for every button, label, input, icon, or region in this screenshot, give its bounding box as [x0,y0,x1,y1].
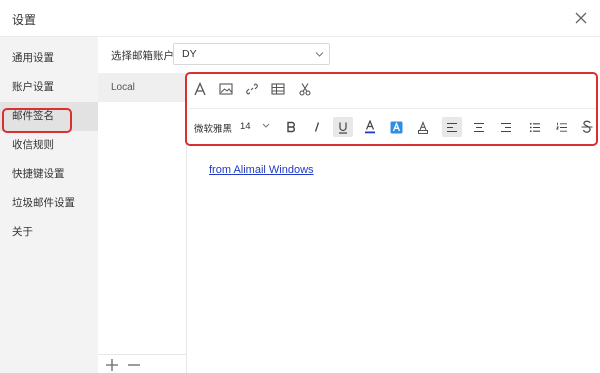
highlight-box-signature [2,108,72,133]
signature-item-local[interactable]: Local [98,73,186,102]
settings-sidebar: 通用设置 账户设置 邮件签名 收信规则 快捷键设置 垃圾邮件设置 关于 [0,37,98,373]
sidebar-item-account[interactable]: 账户设置 [0,73,98,102]
signature-list-actions [98,354,186,373]
plus-icon[interactable] [104,357,120,373]
title-bar: 设置 [0,0,600,37]
sidebar-item-shortcuts[interactable]: 快捷键设置 [0,160,98,189]
account-select-value: DY [182,48,197,60]
account-select-label: 选择邮箱账户 [111,50,174,62]
account-select[interactable]: DY [173,43,330,65]
sidebar-item-spam[interactable]: 垃圾邮件设置 [0,189,98,218]
highlight-box-toolbar [185,72,598,146]
close-icon[interactable] [572,9,590,27]
signature-list: Local [98,73,187,373]
sidebar-item-general[interactable]: 通用设置 [0,44,98,73]
chevron-down-icon [315,52,324,57]
window-title: 设置 [12,13,37,27]
sidebar-item-receive-rules[interactable]: 收信规则 [0,131,98,160]
signature-editor[interactable]: from Alimail Windows [188,146,600,373]
signature-link[interactable]: from Alimail Windows [209,164,314,176]
minus-icon[interactable] [126,357,142,373]
sidebar-item-about[interactable]: 关于 [0,218,98,247]
